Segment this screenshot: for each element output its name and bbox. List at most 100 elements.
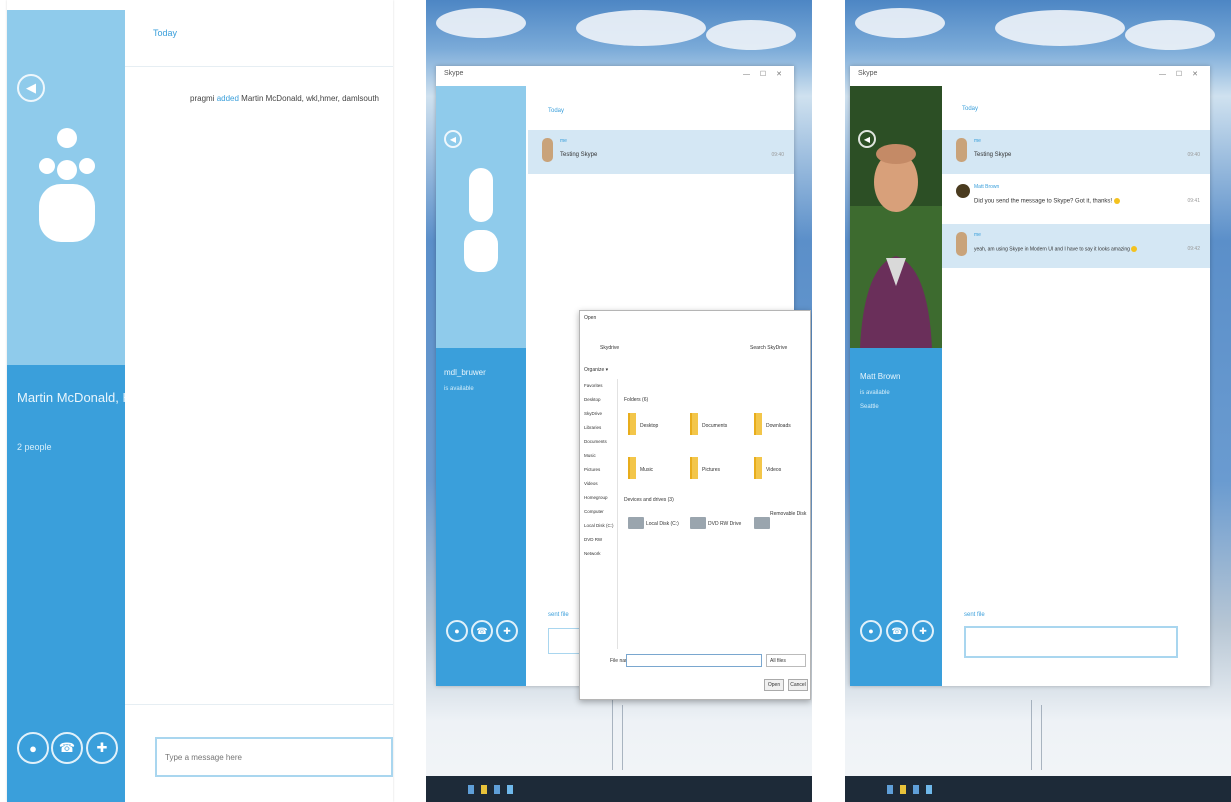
folder-icon[interactable] [754,413,762,435]
message-input-box[interactable] [155,737,393,777]
ski-track [612,700,613,770]
nav-item[interactable]: SkyDrive [584,407,617,421]
message-input[interactable] [964,626,1178,658]
open-file-dialog: Open Skydrive Search SkyDrive Organize ▾… [579,310,811,700]
nav-item[interactable]: Favorites [584,379,617,393]
taskbar-app-icon[interactable] [900,785,906,794]
message-text: Testing Skype [560,152,598,158]
contact-sidebar: ◀ Matt Brown is available Seattle ● ☎ ✚ [850,86,942,686]
contact-name: Matt Brown [860,372,901,381]
phone-icon[interactable]: ☎ [471,620,493,642]
taskbar-app-icon[interactable] [887,785,893,794]
message-text: yeah, am using Skype in Modern UI and I … [974,246,1130,253]
message-row: me Testing Skype 09:40 [528,130,794,174]
back-arrow-icon[interactable]: ◀ [17,74,45,102]
drive-label[interactable]: DVD RW Drive [708,521,741,527]
avatar [956,138,967,162]
folder-icon[interactable] [628,457,636,479]
folder-icon[interactable] [690,413,698,435]
back-arrow-icon[interactable]: ◀ [858,130,876,148]
drive-icon[interactable] [628,517,644,529]
message-text: Testing Skype [974,152,1012,158]
folder-label[interactable]: Documents [702,423,727,429]
video-icon[interactable]: ● [446,620,468,642]
file-type-select[interactable]: All files [766,654,806,667]
video-feed [850,86,942,348]
conversation-date-label: Today [548,108,565,114]
taskbar-app-icon[interactable] [926,785,932,794]
cloud [995,10,1125,46]
nav-item[interactable]: Network [584,547,617,561]
system-message-text: Martin McDonald, wkl,hmer, damlsouth [241,94,379,103]
message-text: Did you send the message to Skype? Got i… [974,198,1113,205]
taskbar-app-icon[interactable] [913,785,919,794]
add-icon[interactable]: ✚ [912,620,934,642]
phone-icon[interactable]: ☎ [886,620,908,642]
drive-label[interactable]: Removable Disk [770,511,806,517]
cancel-button[interactable]: Cancel [788,679,808,691]
folders-section-label: Folders (6) [624,397,649,403]
folder-label[interactable]: Downloads [766,423,791,429]
conversation-date-label: Today [153,28,178,38]
drive-icon[interactable] [754,517,770,529]
nav-item[interactable]: Videos [584,477,617,491]
dialog-search[interactable]: Search SkyDrive [750,345,787,351]
folder-icon[interactable] [754,457,762,479]
video-icon[interactable]: ● [17,732,49,764]
typing-status: sent file [548,612,569,618]
message-time: 09:41 [1187,198,1200,204]
contact-sidebar: ◀ mdl_bruwer is available ● ☎ ✚ [436,86,526,686]
contact-sidebar: ◀ Martin McDonald, Hal_ 2 people ● ☎ ✚ [7,10,149,802]
conversation-area: Today pragmi added Martin McDonald, wkl,… [125,10,393,802]
nav-item[interactable]: DVD RW [584,533,617,547]
taskbar [426,776,812,802]
message-body: yeah, am using Skype in Modern UI and I … [974,246,1138,253]
ski-track [622,705,623,770]
contact-status: is available [860,390,890,396]
taskbar-app-icon[interactable] [481,785,487,794]
message-body: Did you send the message to Skype? Got i… [974,198,1120,205]
skype-video-chat-panel: Skype — ☐ ✕ ◀ Matt Brown is available Se… [845,0,1231,802]
drive-label[interactable]: Local Disk (C:) [646,521,679,527]
cloud [436,8,526,38]
taskbar-app-icon[interactable] [507,785,513,794]
nav-item[interactable]: Homegroup [584,491,617,505]
contact-status: 2 people [17,442,52,452]
video-icon[interactable]: ● [860,620,882,642]
skype-window: Skype — ☐ ✕ ◀ Matt Brown is available Se… [850,66,1210,686]
nav-item[interactable]: Documents [584,435,617,449]
add-icon[interactable]: ✚ [496,620,518,642]
window-controls[interactable]: — ☐ ✕ [1159,70,1202,78]
taskbar-app-icon[interactable] [468,785,474,794]
folder-label[interactable]: Videos [766,467,781,473]
cloud [855,8,945,38]
phone-icon[interactable]: ☎ [51,732,83,764]
dialog-path[interactable]: Skydrive [600,345,619,351]
message-input[interactable] [157,739,391,775]
taskbar-app-icon[interactable] [494,785,500,794]
nav-item[interactable]: Libraries [584,421,617,435]
folder-icon[interactable] [690,457,698,479]
contact-status: is available [444,386,474,392]
cloud [706,20,796,50]
organize-menu[interactable]: Organize ▾ [584,367,608,373]
devices-section-label: Devices and drives (3) [624,497,674,503]
nav-item[interactable]: Music [584,449,617,463]
nav-item[interactable]: Desktop [584,393,617,407]
drive-icon[interactable] [690,517,706,529]
folder-label[interactable]: Music [640,467,653,473]
nav-item[interactable]: Pictures [584,463,617,477]
nav-item[interactable]: Computer [584,505,617,519]
nav-item[interactable]: Local Disk (C:) [584,519,617,533]
add-icon[interactable]: ✚ [86,732,118,764]
back-arrow-icon[interactable]: ◀ [444,130,462,148]
filename-input[interactable] [626,654,762,667]
folder-icon[interactable] [628,413,636,435]
folder-label[interactable]: Desktop [640,423,658,429]
message-time: 09:42 [1187,246,1200,252]
open-button[interactable]: Open [764,679,784,691]
window-controls[interactable]: — ☐ ✕ [743,70,786,78]
video-participant [850,86,942,348]
folder-label[interactable]: Pictures [702,467,720,473]
smiley-icon [1131,246,1138,252]
